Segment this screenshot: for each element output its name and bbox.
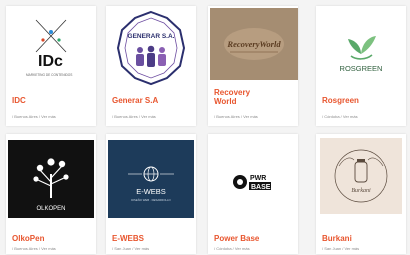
- company-location: / San Juan / Ver más: [112, 246, 150, 251]
- company-location: / Buenos Aires / Ver más: [214, 114, 258, 119]
- company-location: / Córdoba / Ver más: [214, 246, 250, 251]
- company-card-olkopen[interactable]: OLKOPEN OlkoPen / Buenos Aires / Ver más: [6, 134, 96, 254]
- company-card-rosgreen[interactable]: ROSGREEN Rosgreen / Córdoba / Ver más: [316, 6, 406, 126]
- rosgreen-logo: ROSGREEN: [320, 10, 402, 86]
- company-name[interactable]: IDC: [12, 96, 94, 105]
- olkopen-logo-text: OLKOPEN: [36, 206, 65, 212]
- company-name[interactable]: E-WEBS: [112, 234, 194, 243]
- generar-logo-text: GENERAR S.A.: [128, 33, 175, 40]
- company-name[interactable]: Burkani: [322, 234, 404, 243]
- company-name[interactable]: Rosgreen: [322, 96, 404, 105]
- company-name[interactable]: Power Base: [214, 234, 296, 243]
- rosgreen-logo-text: ROSGREEN: [340, 64, 383, 73]
- power-base-logo: PWR BASE: [212, 138, 294, 214]
- idc-logo: IDc MARKETING DE CONTENIDOS: [10, 10, 92, 86]
- ewebs-logo-text: E-WEBS: [136, 187, 166, 196]
- company-card-recovery-world[interactable]: RecoveryWorld Recovery World / Buenos Ai…: [208, 6, 298, 126]
- recovery-world-logo: RecoveryWorld: [210, 8, 298, 80]
- company-card-power-base[interactable]: PWR BASE Power Base / Córdoba / Ver más: [208, 134, 298, 254]
- company-location: / Buenos Aires / Ver más: [12, 246, 56, 251]
- company-name[interactable]: Recovery World: [214, 88, 264, 106]
- company-location: / San Juan / Ver más: [322, 246, 360, 251]
- recovery-world-logo-text: RecoveryWorld: [226, 39, 281, 49]
- burkani-logo: Burkani: [320, 138, 402, 214]
- generar-logo: GENERAR S.A.: [110, 10, 192, 86]
- company-name[interactable]: Generar S.A: [112, 96, 194, 105]
- ewebs-logo: E-WEBS DISEÑO WEB · DESARROLLO: [108, 140, 194, 218]
- idc-logo-text: IDc: [38, 53, 63, 70]
- ewebs-logo-caption: DISEÑO WEB · DESARROLLO: [131, 197, 171, 202]
- olkopen-logo: OLKOPEN: [8, 140, 94, 218]
- company-card-generar[interactable]: GENERAR S.A. Generar S.A / Buenos Aires …: [106, 6, 196, 126]
- power-base-logo-text-2: BASE: [251, 184, 271, 191]
- company-card-burkani[interactable]: Burkani Burkani / San Juan / Ver más: [316, 134, 406, 254]
- company-location: / Córdoba / Ver más: [322, 114, 358, 119]
- company-location: / Buenos Aires / Ver más: [12, 114, 56, 119]
- company-card-ewebs[interactable]: E-WEBS DISEÑO WEB · DESARROLLO E-WEBS / …: [106, 134, 196, 254]
- company-name[interactable]: OlkoPen: [12, 234, 94, 243]
- burkani-logo-text: Burkani: [351, 188, 371, 194]
- company-card-idc[interactable]: IDc MARKETING DE CONTENIDOS IDC / Buenos…: [6, 6, 96, 126]
- power-base-logo-text-1: PWR: [250, 175, 266, 182]
- company-location: / Buenos Aires / Ver más: [112, 114, 156, 119]
- idc-logo-caption: MARKETING DE CONTENIDOS: [26, 73, 72, 77]
